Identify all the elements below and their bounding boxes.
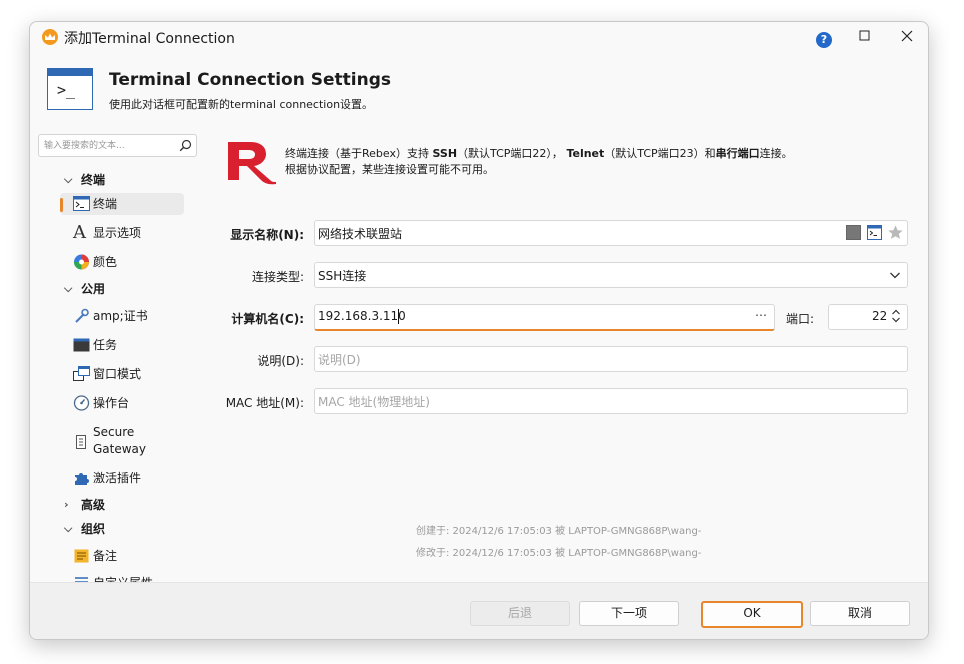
palette-icon bbox=[73, 254, 90, 270]
sidebar-item-terminal[interactable]: 终端 bbox=[60, 193, 184, 215]
text-caret bbox=[398, 309, 399, 324]
close-button[interactable] bbox=[893, 26, 921, 48]
tree-group-organization[interactable]: ⌵ 组织 bbox=[30, 518, 190, 540]
sidebar-item-colors[interactable]: 颜色 bbox=[30, 251, 190, 273]
certificate-icon bbox=[73, 308, 90, 324]
sidebar-item-secure-gateway[interactable]: Secure Gateway bbox=[30, 424, 190, 458]
terminal-icon bbox=[73, 196, 90, 212]
browse-ellipsis-icon[interactable]: ⋯ bbox=[755, 308, 768, 322]
page-subtitle: 使用此对话框可配置新的terminal connection设置。 bbox=[109, 98, 374, 111]
port-stepper[interactable]: 22 bbox=[828, 304, 908, 330]
chevron-right-icon[interactable]: › bbox=[64, 494, 76, 516]
sidebar-item-tasks[interactable]: 任务 bbox=[30, 334, 190, 356]
title-bar: 添加Terminal Connection ? bbox=[30, 22, 928, 52]
mac-address-label: MAC 地址(M): bbox=[225, 396, 304, 410]
sidebar-item-window-mode[interactable]: 窗口模式 bbox=[30, 363, 190, 385]
next-button[interactable]: 下一项 bbox=[579, 601, 679, 626]
chevron-down-icon[interactable]: ⌵ bbox=[64, 518, 76, 540]
sidebar-item-plugins[interactable]: 激活插件 bbox=[30, 467, 190, 489]
tree-group-common[interactable]: ⌵ 公用 bbox=[30, 278, 190, 300]
connection-type-label: 连接类型: bbox=[251, 270, 304, 284]
chevron-down-icon[interactable]: ⌵ bbox=[64, 169, 76, 191]
sidebar-search bbox=[38, 134, 197, 157]
display-name-field[interactable]: 网络技术联盟站 bbox=[314, 220, 908, 246]
stepper-arrows-icon[interactable] bbox=[891, 308, 901, 327]
dialog-window: 添加Terminal Connection ? >_ Terminal Conn… bbox=[29, 21, 929, 640]
plugin-icon bbox=[73, 470, 90, 486]
connection-type-select[interactable]: SSH连接 bbox=[314, 262, 908, 288]
rebex-logo-icon bbox=[224, 138, 276, 186]
description-field[interactable]: 说明(D) bbox=[314, 346, 908, 372]
sidebar-item-display-options[interactable]: A 显示选项 bbox=[30, 222, 190, 244]
chevron-down-icon[interactable]: ⌵ bbox=[64, 278, 76, 300]
dialog-footer: 后退 下一项 OK 取消 bbox=[30, 582, 928, 639]
page-title: Terminal Connection Settings bbox=[109, 70, 391, 90]
ok-button[interactable]: OK bbox=[701, 601, 803, 628]
font-icon: A bbox=[73, 222, 86, 243]
protocol-info: 终端连接（基于Rebex）支持 SSH（默认TCP端口22）， Telnet（默… bbox=[285, 147, 793, 176]
search-icon[interactable] bbox=[179, 139, 192, 152]
help-icon[interactable]: ? bbox=[816, 32, 832, 48]
selection-indicator bbox=[60, 198, 63, 212]
computer-name-label: 计算机名(C): bbox=[231, 312, 304, 326]
computer-name-field[interactable]: 192.168.3.110 ⋯ bbox=[314, 304, 775, 331]
task-icon bbox=[73, 337, 90, 353]
notes-icon bbox=[73, 548, 90, 564]
window-mode-icon bbox=[73, 366, 90, 382]
sidebar-item-console[interactable]: 操作台 bbox=[30, 392, 190, 414]
sidebar-item-custom-properties[interactable]: 自定义属性 bbox=[30, 572, 190, 582]
sidebar-item-certificates[interactable]: amp;证书 bbox=[30, 305, 190, 327]
chevron-down-icon[interactable] bbox=[889, 269, 901, 283]
tree-group-terminal[interactable]: ⌵ 终端 bbox=[30, 169, 190, 191]
app-crown-icon bbox=[42, 29, 58, 45]
created-info: 创建于: 2024/12/6 17:05:03 被 LAPTOP-GMNG868… bbox=[416, 526, 702, 537]
console-icon bbox=[73, 395, 90, 411]
gateway-icon bbox=[73, 434, 90, 450]
mac-address-field[interactable]: MAC 地址(物理地址) bbox=[314, 388, 908, 414]
back-button[interactable]: 后退 bbox=[470, 601, 570, 626]
tree-group-advanced[interactable]: › 高级 bbox=[30, 494, 190, 516]
terminal-header-icon: >_ bbox=[47, 68, 93, 110]
cancel-button[interactable]: 取消 bbox=[810, 601, 910, 626]
close-icon bbox=[901, 30, 913, 42]
color-picker-icon[interactable] bbox=[846, 225, 861, 240]
maximize-icon bbox=[859, 30, 870, 41]
star-icon[interactable] bbox=[888, 225, 903, 240]
terminal-small-icon[interactable] bbox=[867, 225, 882, 240]
maximize-button[interactable] bbox=[851, 26, 879, 48]
search-input[interactable] bbox=[42, 137, 176, 154]
port-label: 端口: bbox=[786, 312, 815, 326]
modified-info: 修改于: 2024/12/6 17:05:03 被 LAPTOP-GMNG868… bbox=[416, 548, 702, 559]
display-name-label: 显示名称(N): bbox=[230, 228, 304, 242]
sidebar-item-notes[interactable]: 备注 bbox=[30, 545, 190, 567]
window-title: 添加Terminal Connection bbox=[64, 31, 235, 47]
description-label: 说明(D): bbox=[257, 354, 304, 368]
custom-properties-icon bbox=[73, 575, 90, 582]
